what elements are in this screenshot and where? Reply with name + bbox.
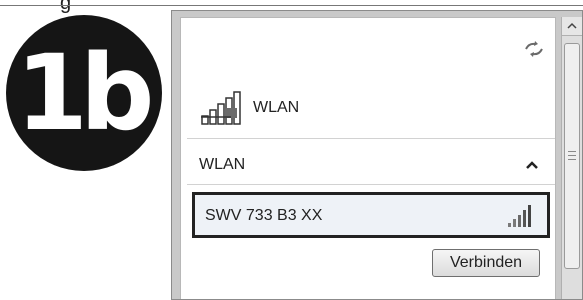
connect-button[interactable]: Verbinden (432, 249, 540, 277)
divider (187, 184, 555, 185)
scroll-up-button[interactable] (562, 17, 582, 36)
wlan-flyout-content: WLAN WLAN SWV 733 B3 XX Verbinden (180, 17, 556, 299)
refresh-arrows-icon[interactable] (523, 40, 545, 58)
top-rule (0, 5, 583, 6)
network-list-item[interactable]: SWV 733 B3 XX (192, 192, 550, 238)
divider (187, 138, 555, 139)
wlan-flyout: WLAN WLAN SWV 733 B3 XX Verbinden (171, 10, 583, 300)
scrollbar[interactable] (561, 17, 582, 299)
scroll-thumb[interactable] (564, 43, 580, 269)
page-heading-fragment: g (60, 0, 72, 14)
scroll-grip (568, 151, 576, 152)
network-ssid: SWV 733 B3 XX (205, 207, 323, 224)
scroll-grip (568, 159, 576, 160)
signal-strength-icon (508, 205, 531, 227)
step-badge-label: 1b (15, 32, 155, 154)
scroll-up-arrow-icon (567, 22, 577, 29)
wlan-header-label: WLAN (253, 99, 300, 116)
step-badge: 1b (6, 15, 162, 171)
chevron-up-icon[interactable] (525, 160, 539, 170)
wlan-signal-icon (201, 91, 241, 125)
wlan-group-label: WLAN (199, 156, 246, 173)
scroll-grip (568, 155, 576, 156)
